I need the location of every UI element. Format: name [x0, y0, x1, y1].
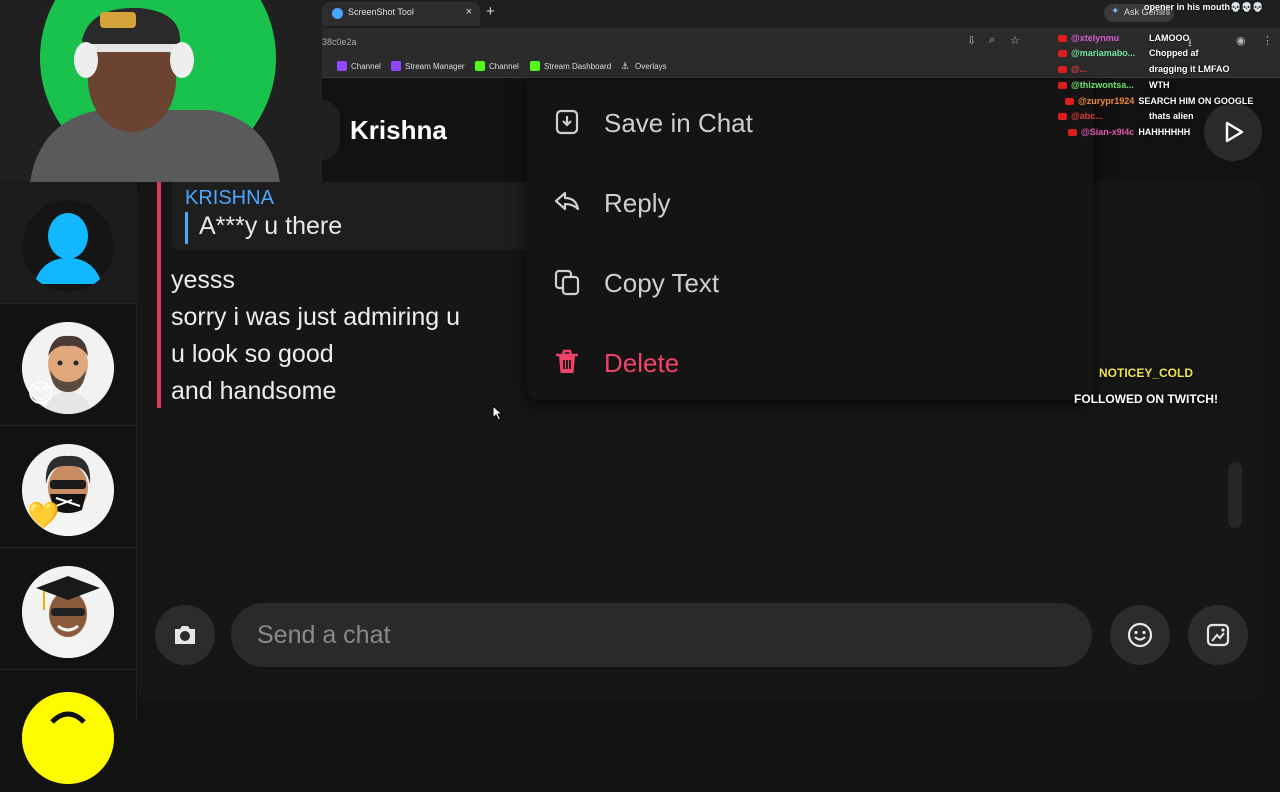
message-context-menu: Save in Chat Reply Copy Text Delete	[527, 80, 1093, 400]
profile-icon[interactable]: ◉	[1236, 34, 1246, 47]
menu-item-label: Save in Chat	[604, 108, 753, 138]
camera-icon	[175, 626, 195, 644]
chat-message[interactable]: u look so good	[171, 340, 334, 369]
youtube-icon	[1068, 128, 1077, 136]
youtube-icon	[1058, 49, 1067, 57]
bookmark-star-icon[interactable]: ☆	[1010, 34, 1020, 47]
header-avatar[interactable]	[322, 100, 340, 160]
tab-close-button[interactable]: ×	[466, 6, 472, 18]
bookmark-kick-channel[interactable]: Channel	[475, 61, 519, 71]
chat-message[interactable]: yesss	[171, 266, 235, 295]
bookmark-stream-manager[interactable]: Stream Manager	[391, 61, 465, 71]
save-icon	[555, 109, 579, 135]
menu-item-label: Copy Text	[604, 268, 720, 298]
default-avatar-icon	[22, 200, 114, 292]
friends-sidebar: 😊 💛	[0, 182, 137, 784]
reply-icon	[554, 191, 580, 211]
stream-chat-line: @thizwontsa... WTH	[1058, 80, 1170, 90]
copy-icon	[554, 269, 580, 296]
youtube-icon	[1058, 65, 1067, 73]
tab-favicon-icon	[332, 8, 343, 19]
browser-tab[interactable]: ScreenShot Tool ×	[322, 2, 480, 26]
twitch-icon	[391, 61, 401, 71]
message-accent-bar	[157, 182, 161, 408]
stream-chat-line: @Sian-x9l4c HAHHHHHH	[1068, 127, 1190, 137]
webcam-overlay	[0, 0, 322, 182]
stream-chat-line: @zurypr1924 SEARCH HIM ON GOOGLE	[1065, 96, 1253, 106]
menu-item-reply[interactable]: Reply	[527, 162, 1093, 242]
youtube-icon	[1058, 81, 1067, 89]
url-field[interactable]: 38c0e2a	[322, 33, 1022, 51]
bitmoji-graduate-icon	[22, 566, 114, 658]
quote-accent-line	[185, 212, 188, 244]
trash-icon	[556, 349, 578, 373]
menu-item-save-in-chat[interactable]: Save in Chat	[527, 82, 1093, 162]
quoted-sender-name: KRISHNA	[185, 187, 274, 209]
emoji-button[interactable]	[1110, 605, 1170, 665]
stream-chat-line: @mariamabo... Chopped af	[1058, 48, 1199, 58]
kick-icon	[475, 61, 485, 71]
mouse-cursor-icon	[492, 405, 504, 421]
gemini-star-icon: ✦	[1111, 6, 1120, 17]
follow-alert: NOTICEY_COLD FOLLOWED ON TWITCH!	[1066, 360, 1226, 412]
menu-icon[interactable]: ⋮	[1262, 34, 1273, 47]
camera-button[interactable]	[155, 605, 215, 665]
play-button[interactable]	[1204, 103, 1262, 161]
follower-name: NOTICEY_COLD	[1098, 366, 1193, 380]
streamer-figure-icon	[30, 7, 280, 182]
chat-title[interactable]: Krishna	[350, 115, 447, 146]
friend-item[interactable]: 😊	[0, 304, 137, 426]
bookmark-overlays[interactable]: ⚓ Overlays	[621, 61, 667, 71]
follow-alert-text: FOLLOWED ON TWITCH!	[1074, 392, 1218, 406]
menu-item-label: Reply	[604, 188, 671, 218]
avatar	[22, 692, 114, 784]
bookmark-channel[interactable]: Channel	[337, 61, 381, 71]
youtube-icon	[1065, 97, 1074, 105]
stream-chat-line: opener in his mouth💀💀💀	[1144, 2, 1264, 12]
menu-item-delete[interactable]: Delete	[527, 322, 1093, 402]
chat-scrollbar[interactable]	[1228, 462, 1242, 528]
quoted-message-text[interactable]: A***y u there	[199, 212, 342, 241]
new-tab-button[interactable]: +	[486, 3, 495, 20]
avatar	[22, 566, 114, 658]
friend-emoji: 💛	[27, 500, 60, 530]
anchor-icon: ⚓	[621, 61, 630, 71]
sticker-button[interactable]	[1188, 605, 1248, 665]
menu-item-label: Delete	[604, 348, 680, 378]
send-chat-input[interactable]	[231, 603, 1092, 667]
bookmark-stream-dashboard[interactable]: Stream Dashboard	[530, 61, 611, 71]
smiley-icon	[1127, 622, 1153, 648]
install-icon[interactable]: ⇩	[967, 34, 976, 47]
friend-emoji: 😊	[27, 378, 55, 408]
chat-message[interactable]: sorry i was just admiring u	[171, 303, 460, 332]
twitch-icon	[337, 61, 347, 71]
play-icon	[1225, 121, 1244, 143]
stream-chat-line: @abc... thats alien	[1058, 111, 1194, 121]
snapchat-ghost-icon	[22, 692, 114, 784]
tab-title: ScreenShot Tool	[348, 7, 414, 17]
friend-item[interactable]	[0, 670, 137, 792]
youtube-icon	[1058, 112, 1067, 120]
sticker-icon	[1206, 623, 1230, 647]
friend-item[interactable]: 💛	[0, 426, 137, 548]
avatar	[22, 200, 114, 292]
stream-chat-line: @... dragging it LMFAO	[1058, 64, 1230, 74]
stream-chat-line: @xtelynmu LAMOOO	[1058, 33, 1190, 43]
friend-item[interactable]	[0, 548, 137, 670]
youtube-icon	[1058, 34, 1067, 42]
menu-item-copy-text[interactable]: Copy Text	[527, 242, 1093, 322]
friend-item[interactable]	[0, 182, 137, 304]
kick-icon	[530, 61, 540, 71]
zoom-icon[interactable]: ⌕	[989, 34, 995, 47]
chat-message[interactable]: and handsome	[171, 377, 336, 406]
